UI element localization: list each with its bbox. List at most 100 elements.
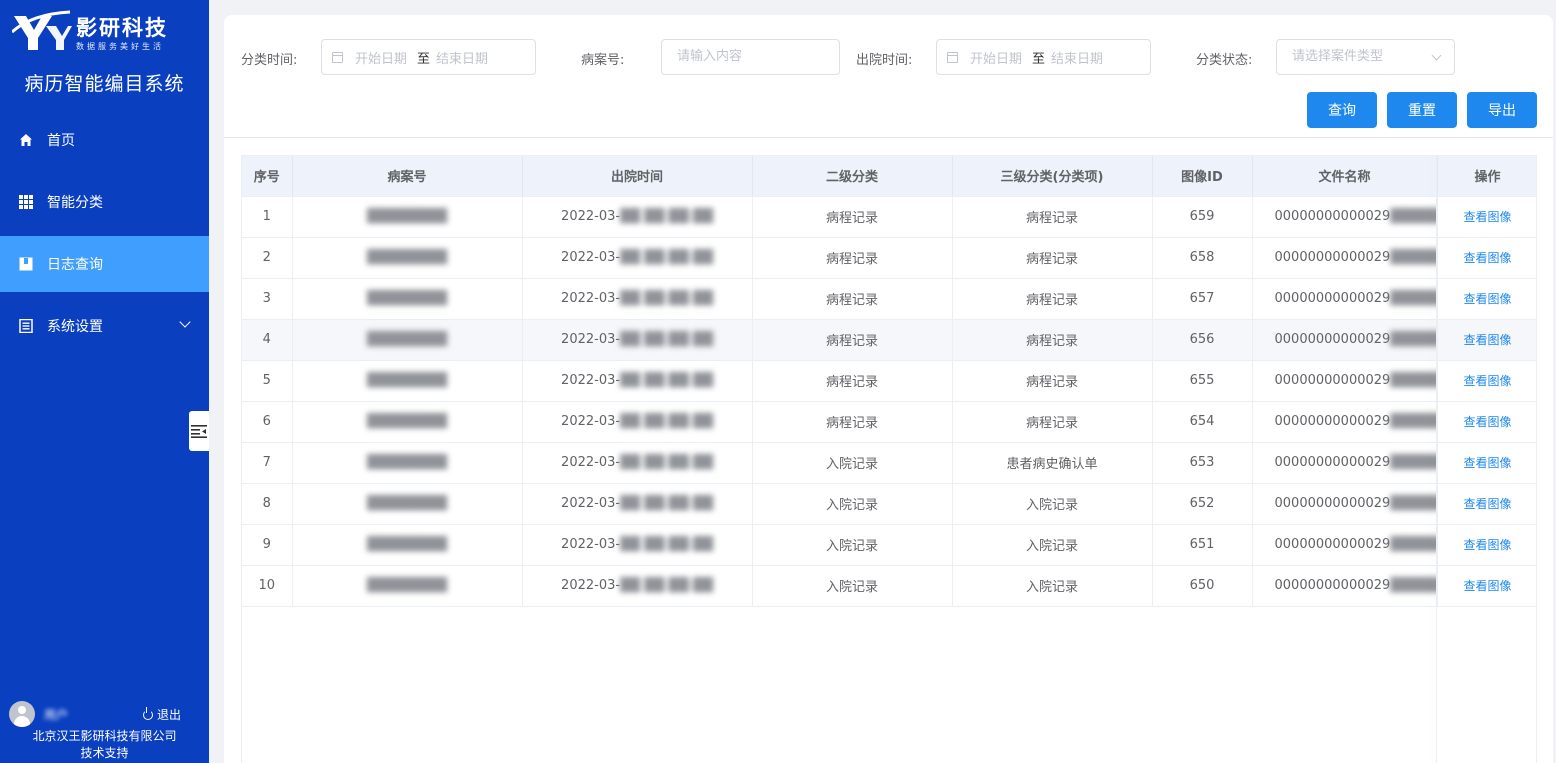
query-button[interactable]: 查询 xyxy=(1307,92,1377,128)
cell-case-no: ████████ xyxy=(292,196,523,238)
case-no-input[interactable]: 请输入内容 xyxy=(661,39,840,75)
masked-case-no: ████████ xyxy=(367,455,447,470)
column-header: 操作 xyxy=(1437,156,1536,197)
cell-index: 9 xyxy=(242,524,293,566)
cell-action: 查看图像 xyxy=(1437,401,1536,443)
cell-level3: 入院记录 xyxy=(952,524,1153,566)
cell-discharge-time: 2022-03-██ ██:██:██ xyxy=(522,319,753,361)
sidebar-item-system-settings[interactable]: 系统设置 xyxy=(0,298,209,354)
home-icon xyxy=(20,134,32,146)
column-header: 文件名称 xyxy=(1252,156,1438,197)
range-separator: 至 xyxy=(1032,51,1046,67)
sidebar-item-home[interactable]: 首页 xyxy=(0,112,209,168)
discharge-time-range-picker[interactable]: 开始日期 至 结束日期 xyxy=(936,39,1151,75)
cell-discharge-time: 2022-03-██ ██:██:██ xyxy=(522,442,753,484)
cell-level2: 病程记录 xyxy=(752,196,953,238)
discharge-date: 2022-03- xyxy=(561,537,621,552)
export-button[interactable]: 导出 xyxy=(1467,92,1537,128)
view-image-link[interactable]: 查看图像 xyxy=(1463,333,1511,347)
column-header: 出院时间 xyxy=(522,156,753,197)
cell-discharge-time: 2022-03-██ ██:██:██ xyxy=(522,237,753,279)
calendar-icon xyxy=(947,51,958,63)
cell-filename: 00000000000029██████ xyxy=(1252,524,1438,566)
cell-case-no: ████████ xyxy=(292,360,523,402)
list-icon xyxy=(19,319,33,333)
view-image-link[interactable]: 查看图像 xyxy=(1463,579,1511,593)
cell-discharge-time: 2022-03-██ ██:██:██ xyxy=(522,360,753,402)
masked-filename: ██████ xyxy=(1390,578,1436,593)
start-date-input[interactable]: 开始日期 xyxy=(970,48,1022,67)
company-info: 北京汉王影研科技有限公司 技术支持 xyxy=(0,728,209,762)
cell-action: 查看图像 xyxy=(1437,196,1536,238)
cell-filename: 00000000000029██████ xyxy=(1252,565,1438,607)
column-header: 三级分类(分类项) xyxy=(952,156,1153,197)
avatar[interactable] xyxy=(9,701,35,727)
brand-name: 影研科技 xyxy=(76,15,168,40)
cell-image-id: 651 xyxy=(1152,524,1253,566)
masked-case-no: ████████ xyxy=(367,250,447,265)
sidebar-menu: 首页 智能分类 日志查询 系统设置 xyxy=(0,112,209,360)
status-select[interactable]: 请选择案件类型 xyxy=(1276,39,1455,75)
book-icon xyxy=(19,257,33,271)
filename: 00000000000029 xyxy=(1274,496,1391,511)
end-date-input[interactable]: 结束日期 xyxy=(436,48,488,67)
table-body: 1 ████████ 2022-03-██ ██:██:██ 病程记录 病程记录 659 0… xyxy=(242,196,1536,607)
masked-filename: ██████ xyxy=(1390,209,1436,224)
discharge-date: 2022-03- xyxy=(561,578,621,593)
calendar-icon xyxy=(332,51,343,63)
masked-discharge-time: ██ ██:██:██ xyxy=(620,537,713,552)
masked-discharge-time: ██ ██:██:██ xyxy=(620,250,713,265)
status-label: 分类状态: xyxy=(1196,53,1253,68)
user-info: 用户 退出 xyxy=(9,701,199,727)
cell-action: 查看图像 xyxy=(1437,442,1536,484)
classify-time-range-picker[interactable]: 开始日期 至 结束日期 xyxy=(321,39,536,75)
filename: 00000000000029 xyxy=(1274,332,1391,347)
cell-index: 10 xyxy=(242,565,293,607)
masked-filename: ██████ xyxy=(1390,291,1436,306)
cell-filename: 00000000000029██████ xyxy=(1252,196,1438,238)
classify-time-label: 分类时间: xyxy=(241,53,298,68)
view-image-link[interactable]: 查看图像 xyxy=(1463,251,1511,265)
cell-action: 查看图像 xyxy=(1437,237,1536,279)
logout-button[interactable]: 退出 xyxy=(142,706,181,723)
discharge-time-label: 出院时间: xyxy=(856,53,913,68)
view-image-link[interactable]: 查看图像 xyxy=(1463,497,1511,511)
view-image-link[interactable]: 查看图像 xyxy=(1463,456,1511,470)
cell-level2: 病程记录 xyxy=(752,401,953,443)
end-date-input[interactable]: 结束日期 xyxy=(1051,48,1103,67)
cell-discharge-time: 2022-03-██ ██:██:██ xyxy=(522,483,753,525)
masked-discharge-time: ██ ██:██:██ xyxy=(620,496,713,511)
masked-case-no: ████████ xyxy=(367,578,447,593)
view-image-link[interactable]: 查看图像 xyxy=(1463,210,1511,224)
collapse-sidebar-button[interactable] xyxy=(189,411,209,451)
masked-case-no: ████████ xyxy=(367,291,447,306)
view-image-link[interactable]: 查看图像 xyxy=(1463,374,1511,388)
brand-slogan: 数据服务美好生活 xyxy=(76,41,164,51)
filename: 00000000000029 xyxy=(1274,414,1391,429)
sidebar-item-smart-classify[interactable]: 智能分类 xyxy=(0,174,209,230)
discharge-date: 2022-03- xyxy=(561,291,621,306)
status-select-placeholder: 请选择案件类型 xyxy=(1292,49,1384,64)
reset-button[interactable]: 重置 xyxy=(1387,92,1457,128)
cell-discharge-time: 2022-03-██ ██:██:██ xyxy=(522,278,753,320)
view-image-link[interactable]: 查看图像 xyxy=(1463,538,1511,552)
cell-level2: 入院记录 xyxy=(752,442,953,484)
sidebar-item-log-query[interactable]: 日志查询 xyxy=(0,236,209,292)
cell-filename: 00000000000029██████ xyxy=(1252,483,1438,525)
cell-case-no: ████████ xyxy=(292,565,523,607)
support-label: 技术支持 xyxy=(80,746,129,760)
table-row: 3 ████████ 2022-03-██ ██:██:██ 病程记录 病程记录 657 0… xyxy=(242,278,1536,320)
masked-discharge-time: ██ ██:██:██ xyxy=(620,332,713,347)
masked-case-no: ████████ xyxy=(367,373,447,388)
view-image-link[interactable]: 查看图像 xyxy=(1463,415,1511,429)
table-row: 9 ████████ 2022-03-██ ██:██:██ 入院记录 入院记录 651 0… xyxy=(242,524,1536,566)
username: 用户 xyxy=(44,707,69,722)
sidebar-item-label: 日志查询 xyxy=(47,257,103,273)
cell-level2: 病程记录 xyxy=(752,360,953,402)
view-image-link[interactable]: 查看图像 xyxy=(1463,292,1511,306)
cell-level3: 病程记录 xyxy=(952,278,1153,320)
cell-index: 7 xyxy=(242,442,293,484)
cell-image-id: 659 xyxy=(1152,196,1253,238)
cell-action: 查看图像 xyxy=(1437,278,1536,320)
start-date-input[interactable]: 开始日期 xyxy=(355,48,407,67)
